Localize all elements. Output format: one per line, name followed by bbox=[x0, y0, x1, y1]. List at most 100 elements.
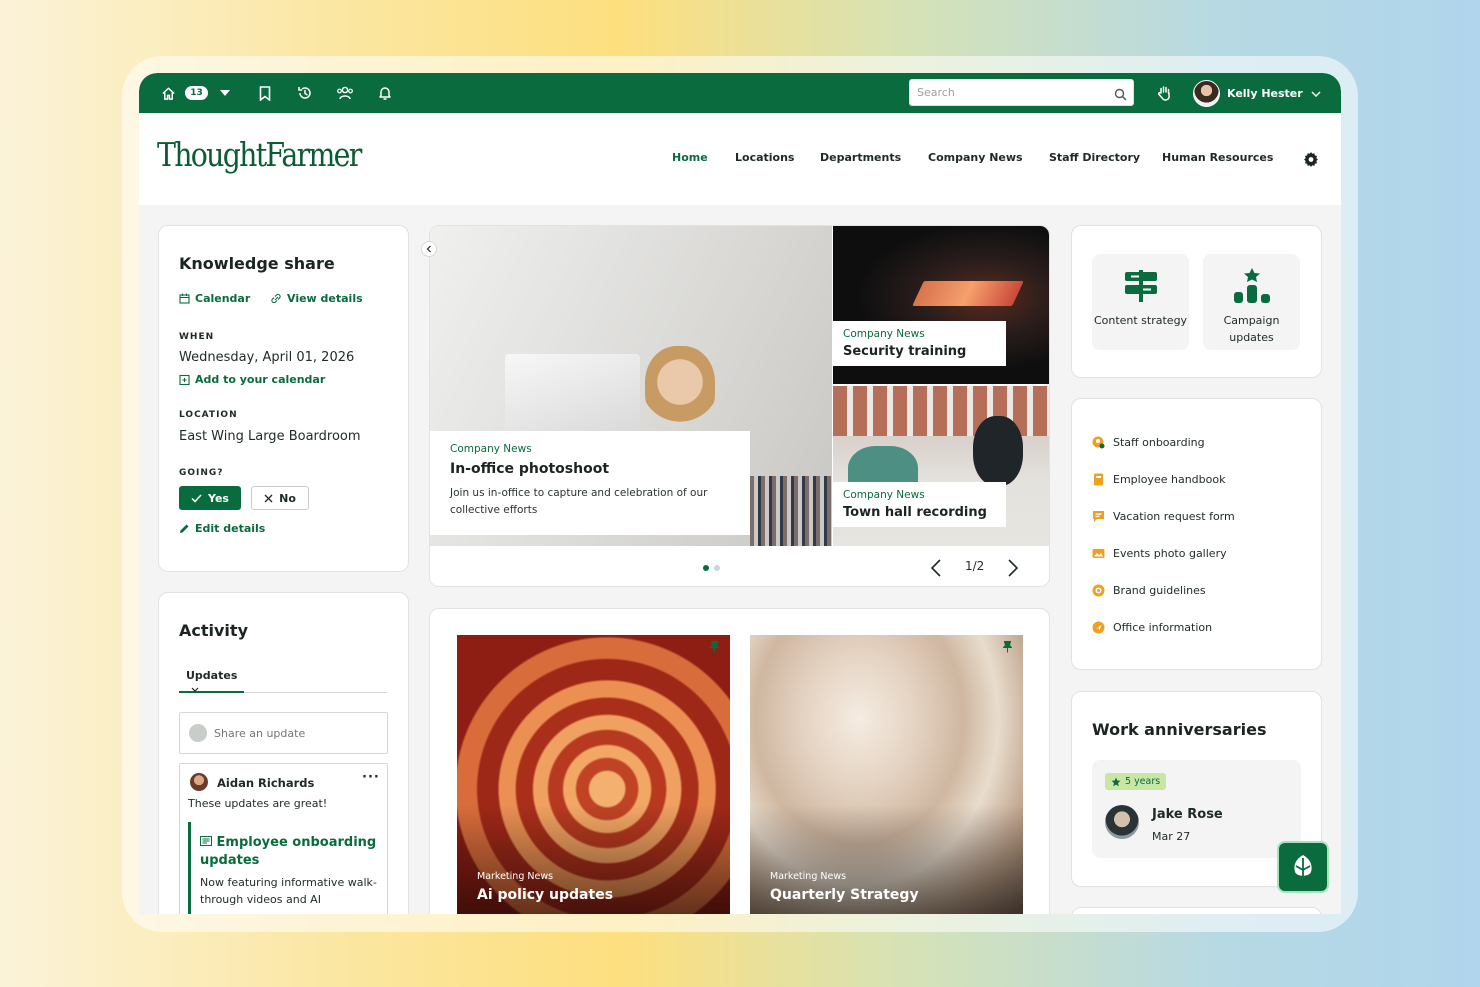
thoughtfarmer-logo[interactable]: ThoughtFarmer bbox=[157, 135, 362, 174]
security-title: Security training bbox=[843, 344, 967, 359]
people-icon[interactable] bbox=[335, 83, 355, 103]
event-card: Knowledge share Calendar View details WH… bbox=[158, 225, 409, 572]
post-author[interactable]: Aidan Richards bbox=[217, 776, 314, 790]
quick-action-label: Campaign updates bbox=[1223, 314, 1280, 344]
activity-card: Activity Updates Aidan Richards ··· Thes… bbox=[158, 592, 409, 914]
form-icon bbox=[1093, 511, 1104, 522]
nav-human-resources[interactable]: Human Resources bbox=[1162, 151, 1273, 164]
monitor-shape bbox=[505, 354, 640, 434]
article-category: Marketing News bbox=[477, 871, 554, 882]
nav-staff-directory[interactable]: Staff Directory bbox=[1049, 151, 1140, 164]
featured-title: In-office photoshoot bbox=[450, 461, 610, 477]
history-icon[interactable] bbox=[295, 83, 315, 103]
carousel-pager: 1/2 bbox=[965, 559, 985, 573]
chevron-left-icon bbox=[426, 245, 431, 253]
search-input[interactable] bbox=[910, 80, 1100, 105]
search-icon[interactable] bbox=[1114, 86, 1127, 105]
linked-article[interactable]: Employee onboarding updates bbox=[200, 834, 385, 870]
assistant-fab-button[interactable] bbox=[1277, 841, 1329, 893]
chevron-left-icon[interactable] bbox=[930, 558, 942, 582]
main-navigation: ThoughtFarmer Home Locations Departments… bbox=[139, 113, 1341, 205]
link-label: Employee handbook bbox=[1113, 473, 1226, 486]
article-title: Ai policy updates bbox=[477, 887, 614, 903]
post-text: These updates are great! bbox=[188, 797, 328, 810]
link-office-information[interactable]: Office information bbox=[1092, 621, 1212, 634]
tab-updates[interactable]: Updates bbox=[179, 669, 244, 693]
when-label: WHEN bbox=[179, 332, 215, 342]
signpost-icon bbox=[1092, 266, 1189, 306]
bell-icon[interactable] bbox=[375, 83, 395, 103]
link-label: Office information bbox=[1113, 621, 1213, 634]
notification-count-badge: 13 bbox=[185, 86, 208, 100]
quote-bar bbox=[188, 822, 191, 914]
years-badge: 5 years bbox=[1105, 773, 1167, 790]
more-options-icon[interactable]: ··· bbox=[362, 770, 380, 785]
quick-links-card: Staff onboarding Employee handbook Vacat… bbox=[1071, 398, 1322, 670]
chevron-right-icon[interactable] bbox=[1007, 558, 1019, 582]
going-no-button[interactable]: No bbox=[251, 486, 309, 510]
link-employee-handbook[interactable]: Employee handbook bbox=[1092, 473, 1225, 486]
article-category: Marketing News bbox=[770, 871, 847, 882]
avatar bbox=[190, 773, 208, 791]
chevron-down-icon bbox=[191, 687, 199, 692]
town-hall-caption[interactable]: Company News Town hall recording bbox=[833, 482, 1006, 527]
quick-action-label: Content strategy bbox=[1093, 314, 1188, 327]
nav-locations[interactable]: Locations bbox=[735, 151, 794, 164]
quick-action-campaign-updates[interactable]: Campaign updates bbox=[1203, 254, 1300, 350]
calendar-link[interactable]: Calendar bbox=[179, 292, 250, 305]
linked-article-desc: Now featuring informative walk-through v… bbox=[200, 876, 377, 906]
share-update-box[interactable] bbox=[179, 712, 388, 754]
edit-details-link[interactable]: Edit details bbox=[179, 522, 265, 535]
pencil-icon bbox=[180, 524, 189, 533]
caret-down-icon[interactable] bbox=[215, 83, 235, 103]
add-to-calendar-link[interactable]: Add to your calendar bbox=[179, 373, 325, 386]
person-shape bbox=[973, 416, 1023, 486]
news-carousel: Company News In-office photoshoot Join u… bbox=[429, 225, 1050, 587]
close-icon bbox=[264, 494, 273, 502]
event-title: Knowledge share bbox=[179, 254, 335, 273]
link-vacation-request-form[interactable]: Vacation request form bbox=[1092, 510, 1235, 523]
gallery-icon bbox=[1092, 549, 1105, 558]
user-menu[interactable]: Kelly Hester bbox=[1193, 79, 1321, 107]
pin-icon[interactable] bbox=[709, 641, 720, 656]
nav-home[interactable]: Home bbox=[672, 151, 708, 164]
article-tile[interactable]: Marketing News Ai policy updates bbox=[457, 635, 730, 914]
user-avatar bbox=[1193, 79, 1220, 107]
carousel-dot[interactable] bbox=[714, 565, 720, 571]
user-name: Kelly Hester bbox=[1227, 86, 1303, 100]
home-icon[interactable] bbox=[158, 83, 178, 103]
wave-hand-icon[interactable] bbox=[1154, 83, 1176, 103]
app-screen: 13 Kelly Hester bbox=[139, 73, 1341, 914]
security-caption[interactable]: Company News Security training bbox=[833, 321, 1006, 366]
chevron-down-icon bbox=[1311, 87, 1321, 100]
check-icon bbox=[191, 493, 202, 503]
featured-desc: Join us in-office to capture and celebra… bbox=[450, 487, 708, 516]
collapse-button[interactable] bbox=[421, 241, 437, 257]
nav-company-news[interactable]: Company News bbox=[928, 151, 1023, 164]
share-update-input[interactable] bbox=[214, 724, 379, 742]
article-title: Quarterly Strategy bbox=[770, 887, 919, 903]
article-tile[interactable]: Marketing News Quarterly Strategy bbox=[750, 635, 1023, 914]
going-yes-button[interactable]: Yes bbox=[179, 486, 241, 510]
bookmark-icon[interactable] bbox=[255, 83, 275, 103]
view-details-link[interactable]: View details bbox=[270, 292, 363, 305]
link-events-photo-gallery[interactable]: Events photo gallery bbox=[1092, 547, 1227, 560]
gear-icon[interactable] bbox=[1303, 151, 1319, 171]
nav-departments[interactable]: Departments bbox=[820, 151, 901, 164]
link-label: Brand guidelines bbox=[1113, 584, 1206, 597]
anniversary-item[interactable]: 5 years Jake Rose Mar 27 bbox=[1092, 760, 1301, 858]
link-label: Events photo gallery bbox=[1113, 547, 1227, 560]
event-location: East Wing Large Boardroom bbox=[179, 429, 361, 444]
security-category: Company News bbox=[843, 328, 925, 340]
pin-icon[interactable] bbox=[1002, 641, 1013, 656]
featured-caption[interactable]: Company News In-office photoshoot Join u… bbox=[430, 431, 750, 535]
anniversary-name[interactable]: Jake Rose bbox=[1152, 807, 1223, 822]
calendar-plus-icon bbox=[179, 374, 190, 385]
quick-action-content-strategy[interactable]: Content strategy bbox=[1092, 254, 1189, 350]
top-bar: 13 Kelly Hester bbox=[139, 73, 1341, 113]
link-brand-guidelines[interactable]: Brand guidelines bbox=[1092, 584, 1206, 597]
avatar bbox=[189, 724, 207, 742]
quick-actions-card: Content strategy Campaign updates bbox=[1071, 225, 1322, 378]
link-staff-onboarding[interactable]: Staff onboarding bbox=[1092, 436, 1205, 449]
carousel-dot-active[interactable] bbox=[703, 565, 709, 571]
